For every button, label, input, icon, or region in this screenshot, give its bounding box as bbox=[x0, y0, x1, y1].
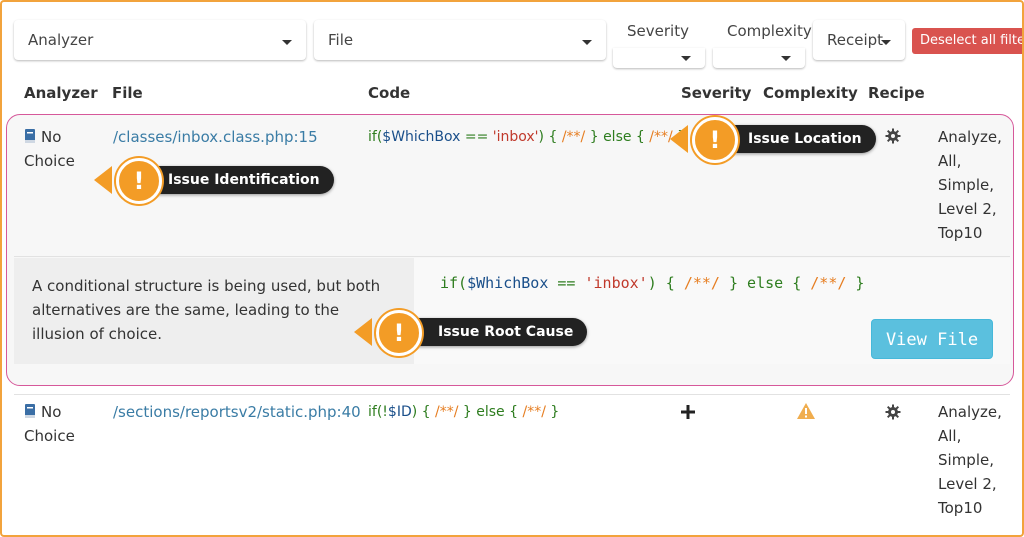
file-filter[interactable]: File bbox=[314, 20, 606, 60]
gear-icon[interactable] bbox=[885, 128, 901, 144]
file-link[interactable]: /classes/inbox.class.php:15 bbox=[113, 128, 318, 146]
code-snippet: if(!$ID) { /**/ } else { /**/ } bbox=[368, 404, 560, 420]
deselect-all-button[interactable]: Deselect all filters bbox=[912, 28, 1022, 54]
chevron-down-icon bbox=[781, 56, 791, 61]
recipe-list: Analyze, All, Simple, Level 2, Top10 bbox=[938, 128, 1002, 242]
gear-icon[interactable] bbox=[885, 404, 901, 420]
receipt-filter-label: Receipt bbox=[827, 31, 884, 49]
chevron-down-icon bbox=[582, 40, 592, 45]
header-severity[interactable]: Severity bbox=[681, 84, 751, 102]
header-file[interactable]: File bbox=[112, 84, 143, 102]
header-code[interactable]: Code bbox=[368, 84, 410, 102]
analyzer-filter-label: Analyzer bbox=[28, 31, 94, 49]
file-link[interactable]: /sections/reportsv2/static.php:40 bbox=[113, 403, 361, 421]
severity-filter[interactable]: Severity bbox=[613, 12, 705, 68]
book-icon bbox=[25, 404, 35, 418]
callout-label: Issue Identification bbox=[132, 166, 334, 194]
analyzer-filter[interactable]: Analyzer bbox=[14, 20, 306, 60]
complexity-filter[interactable]: Complexity bbox=[713, 12, 812, 68]
complexity-filter-label: Complexity bbox=[727, 22, 812, 40]
header-complexity[interactable]: Complexity bbox=[763, 84, 858, 102]
chevron-down-icon bbox=[282, 40, 292, 45]
book-icon bbox=[25, 129, 35, 143]
issue-description: A conditional structure is being used, b… bbox=[32, 277, 381, 343]
chevron-down-icon bbox=[681, 56, 691, 61]
recipe-list: Analyze, All, Simple, Level 2, Top10 bbox=[938, 403, 1002, 517]
analyzer-cell: No Choice bbox=[24, 125, 104, 173]
view-file-button[interactable]: View File bbox=[871, 319, 993, 359]
alert-icon: ! bbox=[692, 117, 738, 163]
file-filter-label: File bbox=[328, 31, 354, 49]
code-snippet: if($WhichBox == 'inbox') { /**/ } else {… bbox=[368, 129, 687, 145]
plus-icon[interactable] bbox=[681, 405, 695, 419]
warning-icon[interactable] bbox=[797, 403, 815, 419]
page-frame: Analyzer File Severity Complexity Receip… bbox=[0, 0, 1024, 537]
analyzer-cell: No Choice bbox=[24, 400, 104, 448]
callout-label: Issue Root Cause bbox=[402, 318, 588, 346]
alert-icon: ! bbox=[376, 310, 422, 356]
header-analyzer[interactable]: Analyzer bbox=[24, 84, 98, 102]
severity-filter-label: Severity bbox=[627, 22, 689, 40]
header-recipe[interactable]: Recipe bbox=[868, 84, 925, 102]
issue-code: if($WhichBox == 'inbox') { /**/ } else {… bbox=[440, 274, 865, 292]
chevron-down-icon bbox=[881, 40, 891, 45]
receipt-filter[interactable]: Receipt bbox=[813, 20, 905, 60]
alert-icon: ! bbox=[116, 158, 162, 204]
